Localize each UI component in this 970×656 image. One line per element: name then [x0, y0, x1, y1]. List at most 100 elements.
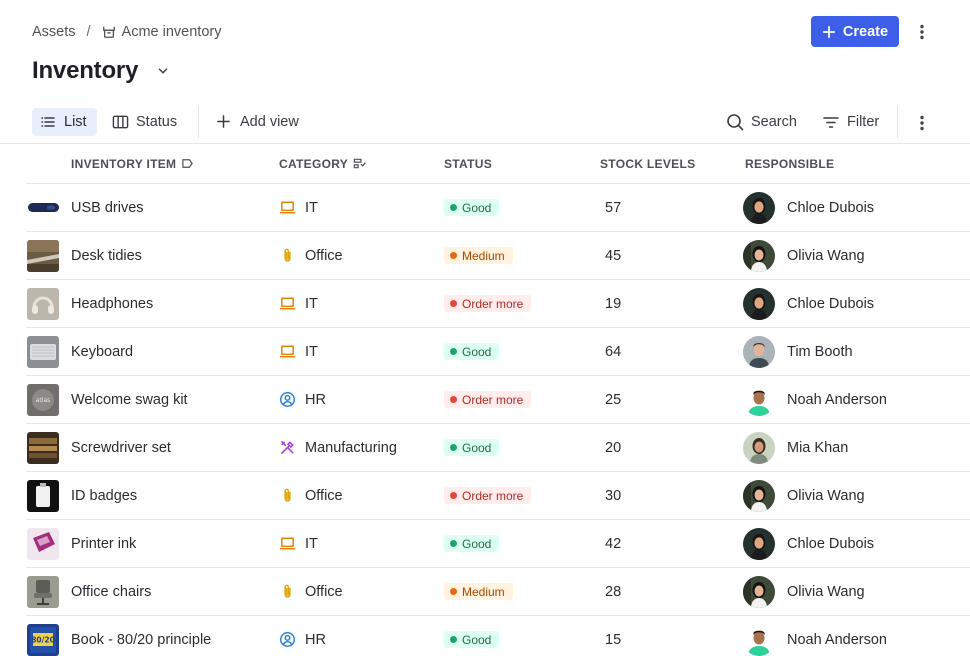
- more-vertical-icon: [920, 24, 924, 40]
- item-name-text: Welcome swag kit: [71, 391, 188, 408]
- status-cell: Good: [444, 616, 500, 656]
- breadcrumb-current-link[interactable]: Acme inventory: [122, 24, 222, 40]
- item-name-text: Printer ink: [71, 535, 137, 552]
- responsible-cell[interactable]: Chloe Dubois: [743, 520, 874, 567]
- item-thumbnail: [27, 432, 59, 464]
- more-actions-button[interactable]: [910, 18, 934, 46]
- status-text: Good: [462, 200, 492, 215]
- item-name[interactable]: ID badges: [71, 472, 137, 519]
- category-text: IT: [305, 295, 318, 312]
- item-name[interactable]: Screwdriver set: [71, 424, 171, 471]
- item-name[interactable]: Desk tidies: [71, 232, 142, 279]
- plus-icon: [822, 25, 836, 39]
- status-text: Medium: [462, 584, 505, 599]
- filter-label: Filter: [847, 114, 880, 130]
- chevron-down-icon[interactable]: [152, 60, 174, 82]
- add-view-label: Add view: [240, 114, 299, 130]
- breadcrumb-assets-link[interactable]: Assets: [32, 24, 76, 40]
- status-dot-icon: [450, 252, 457, 259]
- laptop-icon: [279, 535, 296, 552]
- responsible-cell[interactable]: Olivia Wang: [743, 568, 865, 615]
- view-tab-status[interactable]: Status: [104, 108, 185, 136]
- table-row[interactable]: Desk tidies Office Medium 45 Olivia Wang: [26, 232, 970, 280]
- search-label: Search: [751, 114, 797, 130]
- stock-cell: 28: [605, 568, 621, 615]
- responsible-cell[interactable]: Chloe Dubois: [743, 184, 874, 231]
- search-button[interactable]: Search: [726, 108, 797, 136]
- status-dot-icon: [450, 588, 457, 595]
- responsible-name: Chloe Dubois: [787, 199, 875, 216]
- status-dot-icon: [450, 300, 457, 307]
- item-thumbnail: [27, 336, 59, 368]
- column-header-status[interactable]: Status: [444, 144, 492, 184]
- column-header-item[interactable]: Inventory item: [71, 144, 195, 184]
- responsible-cell[interactable]: Olivia Wang: [743, 232, 865, 279]
- title-row: Inventory: [32, 54, 174, 88]
- status-cell: Medium: [444, 568, 513, 615]
- page-title: Inventory: [32, 57, 139, 84]
- status-dot-icon: [450, 204, 457, 211]
- add-view-button[interactable]: Add view: [208, 108, 307, 136]
- responsible-cell[interactable]: Noah Anderson: [743, 376, 887, 423]
- category-cell: Manufacturing: [279, 424, 397, 471]
- item-name[interactable]: Office chairs: [71, 568, 151, 615]
- responsible-cell[interactable]: Noah Anderson: [743, 616, 887, 656]
- item-thumbnail: [27, 480, 59, 512]
- column-header-responsible-label: Responsible: [745, 157, 835, 171]
- status-badge: Good: [444, 535, 500, 552]
- responsible-name: Tim Booth: [787, 343, 853, 360]
- item-name[interactable]: Book - 80/20 principle: [71, 616, 211, 656]
- status-cell: Order more: [444, 376, 532, 423]
- view-tab-list[interactable]: List: [32, 108, 97, 136]
- column-header-stock[interactable]: Stock levels: [600, 144, 695, 184]
- stock-value: 30: [605, 487, 622, 504]
- table-row[interactable]: Office chairs Office Medium 28 Olivia Wang: [26, 568, 970, 616]
- table-row[interactable]: 80/20 Book - 80/20 principle HR Good 15 Noah …: [26, 616, 970, 656]
- category-text: Office: [305, 583, 343, 600]
- search-icon: [726, 113, 744, 131]
- table-row[interactable]: USB drives IT Good 57 Chloe Dubois: [26, 184, 970, 232]
- status-cell: Order more: [444, 280, 532, 327]
- item-name-text: Desk tidies: [71, 247, 142, 264]
- responsible-name: Noah Anderson: [787, 631, 887, 648]
- inventory-table: Inventory item Category Status Stock lev…: [26, 144, 970, 656]
- view-more-button[interactable]: [910, 109, 934, 137]
- table-row[interactable]: atlas Welcome swag kit HR Order more 25 Noah …: [26, 376, 970, 424]
- laptop-icon: [279, 295, 296, 312]
- table-row[interactable]: ID badges Office Order more 30 Olivia Wang: [26, 472, 970, 520]
- svg-text:atlas: atlas: [36, 397, 51, 404]
- list-icon: [40, 114, 57, 131]
- column-header-category-label: Category: [279, 157, 349, 171]
- status-cell: Order more: [444, 472, 532, 519]
- category-cell: IT: [279, 520, 318, 567]
- column-header-responsible[interactable]: Responsible: [745, 144, 834, 184]
- table-row[interactable]: Screwdriver set Manufacturing Good 20 Mia Kh…: [26, 424, 970, 472]
- item-name[interactable]: Printer ink: [71, 520, 136, 567]
- table-row[interactable]: Headphones IT Order more 19 Chloe Dubois: [26, 280, 970, 328]
- avatar: [743, 191, 775, 224]
- create-button[interactable]: Create: [811, 16, 899, 47]
- responsible-cell[interactable]: Olivia Wang: [743, 472, 865, 519]
- responsible-cell[interactable]: Chloe Dubois: [743, 280, 874, 327]
- stock-value: 20: [605, 439, 622, 456]
- category-text: IT: [305, 535, 318, 552]
- column-header-category[interactable]: Category: [279, 144, 367, 184]
- table-row[interactable]: Keyboard IT Good 64 Tim Booth: [26, 328, 970, 376]
- category-text: HR: [305, 631, 326, 648]
- responsible-cell[interactable]: Mia Khan: [743, 424, 848, 471]
- status-badge: Order more: [444, 295, 532, 312]
- item-name[interactable]: Headphones: [71, 280, 153, 327]
- laptop-icon: [279, 343, 296, 360]
- item-name[interactable]: Welcome swag kit: [71, 376, 188, 423]
- status-cell: Medium: [444, 232, 513, 279]
- item-name-text: ID badges: [71, 487, 138, 504]
- table-body: USB drives IT Good 57 Chloe Dubois Desk tidie…: [26, 184, 970, 656]
- responsible-name: Chloe Dubois: [787, 295, 875, 312]
- status-dot-icon: [450, 348, 457, 355]
- responsible-name: Olivia Wang: [787, 487, 865, 504]
- filter-button[interactable]: Filter: [822, 108, 879, 136]
- item-name[interactable]: Keyboard: [71, 328, 133, 375]
- item-name[interactable]: USB drives: [71, 184, 144, 231]
- responsible-cell[interactable]: Tim Booth: [743, 328, 853, 375]
- table-row[interactable]: Printer ink IT Good 42 Chloe Dubois: [26, 520, 970, 568]
